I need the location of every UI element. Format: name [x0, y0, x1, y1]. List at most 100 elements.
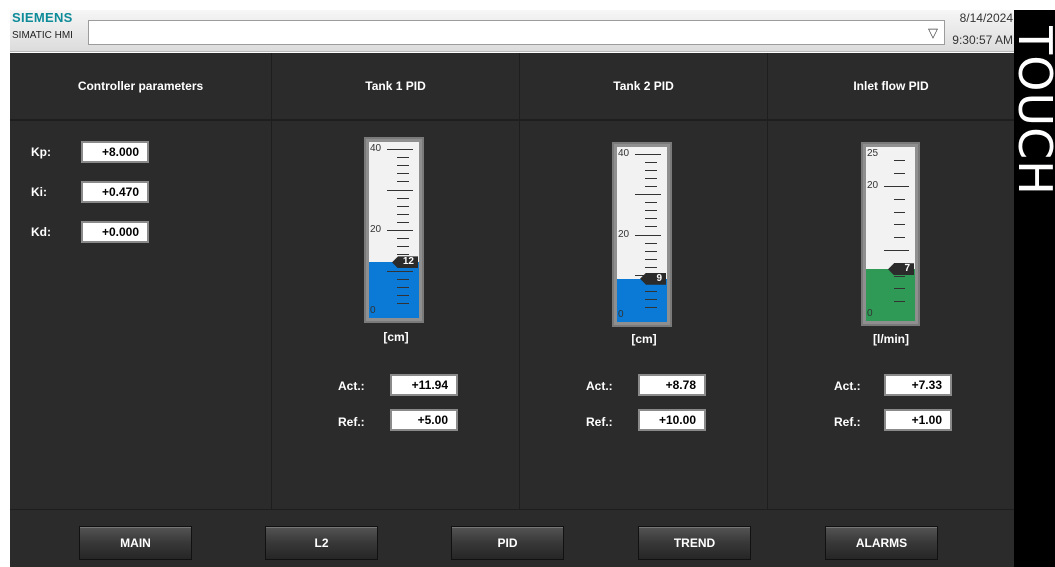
scale-tick	[397, 294, 409, 296]
inlet-ref-label: Ref.:	[834, 415, 861, 429]
scale-tick	[894, 224, 905, 226]
kp-label: Kp:	[31, 145, 51, 159]
scale-tick	[645, 298, 657, 300]
column-divider	[767, 53, 768, 509]
scale-tick	[397, 205, 409, 207]
scale-tick	[884, 250, 909, 251]
scale-tick	[645, 258, 657, 260]
scale-tick	[635, 154, 661, 155]
scale-tick	[645, 178, 657, 180]
bezel-label: TOUCH	[1014, 21, 1055, 201]
header-tank1-pid: Tank 1 PID	[272, 53, 519, 120]
scale-tick-label: 20	[867, 180, 879, 191]
alarm-message-bar[interactable]: ▽	[88, 20, 945, 45]
scale-tick	[635, 234, 661, 236]
inlet-act-label: Act.:	[834, 379, 861, 393]
scale-tick	[397, 246, 409, 248]
scale-tick	[397, 165, 409, 167]
tank1-unit: [cm]	[383, 330, 409, 344]
scale-tick-label: 20	[370, 224, 382, 235]
scale-tick-label: 25	[867, 148, 879, 159]
scale-tick	[397, 254, 409, 256]
nav-pid-button[interactable]: PID	[452, 527, 563, 559]
nav-alarms-button[interactable]: ALARMS	[826, 527, 937, 559]
date-display: 8/14/2024	[959, 11, 1013, 25]
inlet-unit: [l/min]	[873, 332, 909, 346]
column-divider	[519, 53, 520, 509]
pid-screen: Controller parameters Tank 1 PID Tank 2 …	[10, 53, 1014, 567]
tank2-level-fill	[617, 278, 667, 322]
tank2-act-value: +8.78	[638, 374, 706, 396]
ki-label: Ki:	[31, 185, 47, 199]
hmi-header: SIEMENS SIMATIC HMI ▽ 8/14/2024 9:30:57 …	[10, 10, 1014, 52]
tank2-ref-label: Ref.:	[586, 415, 613, 429]
inlet-ref-input[interactable]: +1.00	[884, 409, 952, 431]
time-display: 9:30:57 AM	[952, 33, 1013, 47]
scale-tick	[397, 157, 409, 159]
scale-tick	[645, 266, 657, 268]
scale-tick	[645, 218, 657, 220]
scale-tick	[387, 149, 413, 150]
tank1-act-label: Act.:	[338, 379, 365, 393]
scale-tick	[645, 250, 657, 252]
header-inlet-flow-pid: Inlet flow PID	[768, 53, 1014, 120]
scale-tick	[635, 194, 661, 196]
bargraph-scale: 25 20 0 7	[866, 147, 915, 321]
kd-input[interactable]: +0.000	[81, 221, 149, 243]
scale-tick-label: 0	[370, 305, 376, 316]
nav-trend-button[interactable]: TREND	[639, 527, 750, 559]
scale-tick	[645, 242, 657, 244]
tank1-ref-label: Ref.:	[338, 415, 365, 429]
scale-tick	[894, 288, 905, 290]
tank2-ref-input[interactable]: +10.00	[638, 409, 706, 431]
scale-tick-label: 40	[370, 143, 382, 154]
tank1-level-bargraph: 40 20 0 12	[364, 137, 424, 323]
scale-tick	[387, 189, 413, 191]
scale-tick	[894, 301, 905, 303]
tank1-act-value: +11.94	[390, 374, 458, 396]
triangle-down-icon[interactable]: ▽	[928, 25, 938, 41]
ki-input[interactable]: +0.470	[81, 181, 149, 203]
scale-tick	[387, 230, 413, 231]
scale-tick	[397, 181, 409, 183]
bargraph-scale: 40 20 0 12	[369, 142, 419, 318]
tank1-ref-input[interactable]: +5.00	[390, 409, 458, 431]
scale-tick-label: 0	[867, 308, 873, 319]
scale-tick	[397, 173, 409, 175]
inlet-level-fill	[866, 269, 915, 321]
header-tank2-pid: Tank 2 PID	[520, 53, 767, 120]
scale-tick	[397, 286, 409, 288]
header-controller-parameters: Controller parameters	[10, 53, 271, 120]
nav-l2-button[interactable]: L2	[266, 527, 377, 559]
scale-tick	[645, 202, 657, 204]
bezel-text: TOUCH	[1014, 26, 1055, 196]
kp-input[interactable]: +8.000	[81, 141, 149, 163]
tank2-level-bargraph: 40 20 0 9	[612, 142, 672, 327]
scale-tick	[645, 290, 657, 292]
scale-tick	[397, 302, 409, 304]
scale-tick	[645, 186, 657, 188]
scale-tick	[397, 213, 409, 215]
scale-tick	[645, 162, 657, 164]
scale-tick	[397, 197, 409, 199]
scale-tick	[397, 221, 409, 223]
scale-tick	[397, 278, 409, 280]
tank2-unit: [cm]	[631, 332, 657, 346]
tank2-act-label: Act.:	[586, 379, 613, 393]
header-divider	[10, 120, 1014, 121]
scale-tick-label: 40	[618, 148, 630, 159]
nav-main-button[interactable]: MAIN	[80, 527, 191, 559]
kd-label: Kd:	[31, 225, 51, 239]
product-name: SIMATIC HMI	[12, 30, 73, 41]
scale-tick	[894, 211, 905, 213]
scale-tick-label: 20	[618, 228, 630, 240]
scale-tick	[387, 270, 413, 272]
scale-tick	[884, 186, 909, 187]
scale-tick-label: 0	[618, 309, 624, 320]
scale-tick	[894, 173, 905, 175]
inlet-flow-bargraph: 25 20 0 7	[861, 142, 920, 326]
scale-tick	[894, 275, 905, 277]
brand-block: SIEMENS SIMATIC HMI	[12, 11, 73, 42]
scale-tick	[645, 226, 657, 228]
scale-tick	[645, 170, 657, 172]
